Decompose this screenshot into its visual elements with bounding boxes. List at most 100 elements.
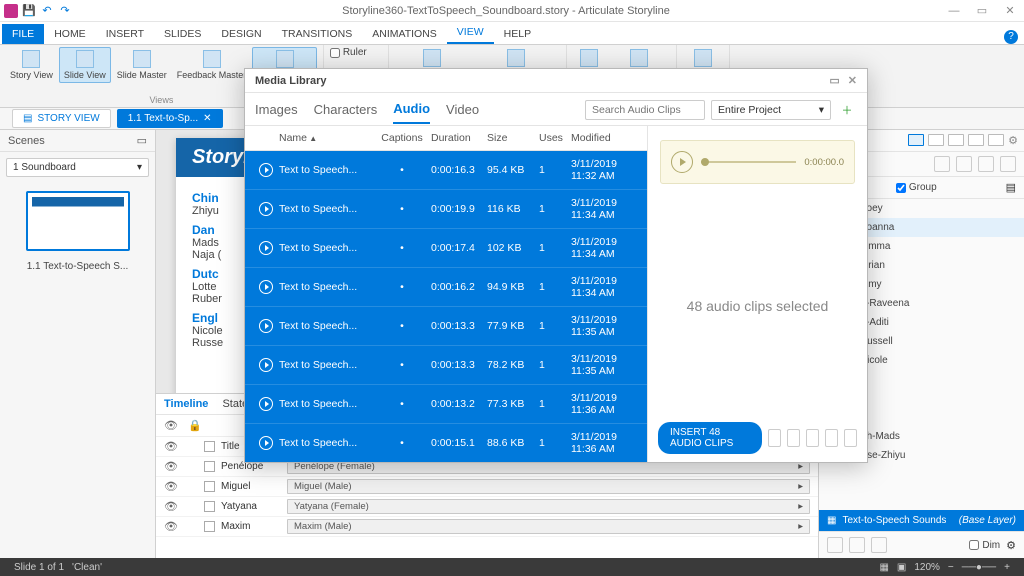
play-icon[interactable] bbox=[259, 163, 273, 177]
row-eye-icon[interactable]: 👁 bbox=[164, 500, 178, 513]
minimize-button[interactable]: — bbox=[940, 0, 968, 22]
timeline-clip[interactable]: Miguel (Male)▸ bbox=[287, 479, 810, 494]
duplicate-icon[interactable] bbox=[978, 156, 994, 172]
media-row[interactable]: Text to Speech...•0:00:16.294.9 KB13/11/… bbox=[245, 268, 647, 307]
ruler-checkbox[interactable]: Ruler bbox=[330, 47, 382, 58]
timeline-clip[interactable]: Yatyana (Female)▸ bbox=[287, 499, 810, 514]
add-media-icon[interactable]: ＋ bbox=[837, 99, 857, 121]
zoom-slider[interactable]: ──●── bbox=[958, 562, 1000, 573]
gear-icon[interactable]: ⚙ bbox=[1008, 134, 1018, 147]
play-icon[interactable] bbox=[259, 436, 273, 450]
dup-layer-icon[interactable] bbox=[849, 537, 865, 553]
row-eye-icon[interactable]: 👁 bbox=[164, 440, 178, 453]
media-row[interactable]: Text to Speech...•0:00:15.188.6 KB13/11/… bbox=[245, 424, 647, 462]
layers-icon[interactable]: ▤ bbox=[1006, 181, 1016, 194]
play-icon[interactable] bbox=[259, 202, 273, 216]
delete-icon[interactable] bbox=[844, 429, 857, 447]
col-modified[interactable]: Modified bbox=[567, 132, 637, 144]
new-layer-icon[interactable] bbox=[827, 537, 843, 553]
collapse-icon[interactable]: ▭ bbox=[137, 134, 147, 147]
row-eye-icon[interactable]: 👁 bbox=[164, 480, 178, 493]
tab-timeline[interactable]: Timeline bbox=[164, 398, 208, 410]
row-checkbox[interactable] bbox=[204, 481, 215, 492]
col-duration[interactable]: Duration bbox=[427, 132, 483, 144]
tab-transitions[interactable]: TRANSITIONS bbox=[272, 24, 363, 44]
group-checkbox[interactable]: Group bbox=[896, 182, 937, 193]
play-icon[interactable] bbox=[259, 358, 273, 372]
gear-icon[interactable]: ⚙ bbox=[1006, 539, 1016, 552]
media-row[interactable]: Text to Speech...•0:00:13.378.2 KB13/11/… bbox=[245, 346, 647, 385]
slide-master-button[interactable]: Slide Master bbox=[113, 47, 171, 83]
eye-icon[interactable]: 👁 bbox=[164, 419, 178, 432]
arrange-icon[interactable] bbox=[934, 156, 950, 172]
device-phone-icon[interactable] bbox=[948, 134, 964, 146]
insert-button[interactable]: INSERT 48 AUDIO CLIPS bbox=[658, 422, 762, 454]
timeline-row[interactable]: 👁MiguelMiguel (Male)▸ bbox=[156, 477, 818, 497]
dim-checkbox[interactable]: Dim bbox=[969, 540, 1000, 551]
replace-icon[interactable] bbox=[806, 429, 819, 447]
device-phone-l-icon[interactable] bbox=[968, 134, 984, 146]
scene-selector[interactable]: 1 Soundboard▾ bbox=[6, 158, 149, 177]
row-checkbox[interactable] bbox=[204, 521, 215, 532]
tab-insert[interactable]: INSERT bbox=[96, 24, 154, 44]
col-captions[interactable]: Captions bbox=[377, 132, 427, 144]
tab-animations[interactable]: ANIMATIONS bbox=[362, 24, 447, 44]
slide-thumbnail[interactable] bbox=[26, 191, 130, 251]
trash-icon[interactable] bbox=[1000, 156, 1016, 172]
media-row[interactable]: Text to Speech...•0:00:13.277.3 KB13/11/… bbox=[245, 385, 647, 424]
play-icon[interactable] bbox=[671, 151, 693, 173]
tab-view[interactable]: VIEW bbox=[447, 22, 494, 44]
media-row[interactable]: Text to Speech...•0:00:19.9116 KB13/11/2… bbox=[245, 190, 647, 229]
row-checkbox[interactable] bbox=[204, 461, 215, 472]
col-size[interactable]: Size bbox=[483, 132, 535, 144]
view-fit-icon[interactable]: ▣ bbox=[893, 562, 910, 573]
undo-icon[interactable]: ↶ bbox=[40, 4, 54, 18]
scope-selector[interactable]: Entire Project▾ bbox=[711, 100, 831, 120]
lock-icon[interactable]: 🔒 bbox=[188, 419, 202, 432]
play-icon[interactable] bbox=[259, 241, 273, 255]
col-uses[interactable]: Uses bbox=[535, 132, 567, 144]
media-row[interactable]: Text to Speech...•0:00:17.4102 KB13/11/2… bbox=[245, 229, 647, 268]
row-eye-icon[interactable]: 👁 bbox=[164, 520, 178, 533]
help-icon[interactable]: ? bbox=[1004, 30, 1018, 44]
tab-slides[interactable]: SLIDES bbox=[154, 24, 211, 44]
tab-audio[interactable]: Audio bbox=[393, 101, 430, 124]
timeline-clip[interactable]: Maxim (Male)▸ bbox=[287, 519, 810, 534]
search-input[interactable] bbox=[585, 100, 705, 120]
timeline-row[interactable]: 👁YatyanaYatyana (Female)▸ bbox=[156, 497, 818, 517]
zoom-in-icon[interactable]: + bbox=[1000, 562, 1014, 573]
timeline-row[interactable]: 👁MaximMaxim (Male)▸ bbox=[156, 517, 818, 537]
play-icon[interactable] bbox=[259, 280, 273, 294]
zoom-out-icon[interactable]: − bbox=[944, 562, 958, 573]
close-button[interactable]: ✕ bbox=[996, 0, 1024, 22]
base-layer-row[interactable]: ▦ Text-to-Speech Sounds (Base Layer) bbox=[819, 510, 1024, 531]
maximize-button[interactable]: ▭ bbox=[968, 0, 996, 22]
ws-tab-storyview[interactable]: ▤STORY VIEW bbox=[12, 109, 111, 128]
view-normal-icon[interactable]: ▦ bbox=[875, 562, 892, 573]
media-row[interactable]: Text to Speech...•0:00:13.377.9 KB13/11/… bbox=[245, 307, 647, 346]
tab-characters[interactable]: Characters bbox=[314, 102, 378, 123]
close-icon[interactable]: ✕ bbox=[203, 113, 211, 124]
device-desktop-icon[interactable] bbox=[908, 134, 924, 146]
feedback-master-button[interactable]: Feedback Master bbox=[173, 47, 251, 83]
dialog-close-icon[interactable]: ✕ bbox=[848, 74, 857, 87]
save-icon[interactable]: 💾 bbox=[22, 4, 36, 18]
copy-icon[interactable] bbox=[956, 156, 972, 172]
export-icon[interactable] bbox=[825, 429, 838, 447]
col-name[interactable]: Name bbox=[275, 132, 377, 144]
story-view-button[interactable]: Story View bbox=[6, 47, 57, 83]
redo-icon[interactable]: ↷ bbox=[58, 4, 72, 18]
dialog-max-icon[interactable]: ▭ bbox=[829, 74, 839, 87]
row-checkbox[interactable] bbox=[204, 501, 215, 512]
show-use-icon[interactable] bbox=[768, 429, 781, 447]
tab-design[interactable]: DESIGN bbox=[211, 24, 271, 44]
tab-home[interactable]: HOME bbox=[44, 24, 96, 44]
media-row[interactable]: Text to Speech...•0:00:16.395.4 KB13/11/… bbox=[245, 151, 647, 190]
tab-file[interactable]: FILE bbox=[2, 24, 44, 44]
tab-help[interactable]: HELP bbox=[494, 24, 541, 44]
edit-icon[interactable] bbox=[787, 429, 800, 447]
ws-tab-slide[interactable]: 1.1 Text-to-Sp...✕ bbox=[117, 109, 223, 128]
seek-slider[interactable] bbox=[701, 161, 796, 163]
tab-images[interactable]: Images bbox=[255, 102, 298, 123]
row-checkbox[interactable] bbox=[204, 441, 215, 452]
